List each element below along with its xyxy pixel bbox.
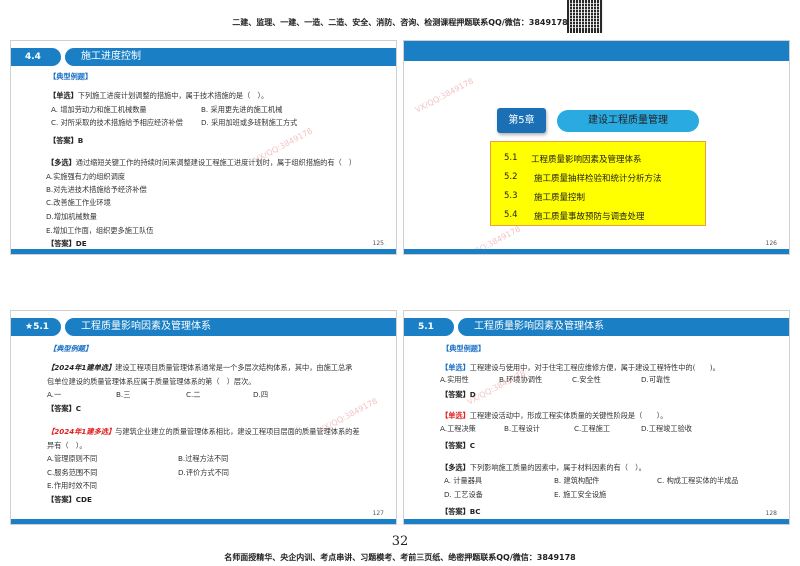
question-2-cont: 异有（ ）。: [47, 441, 87, 450]
toc-num: 5.2: [504, 172, 518, 182]
option: A. 计量器具: [444, 476, 483, 485]
chapter-title: 建设工程质量管理: [557, 110, 699, 132]
toc-item: 施工质量控制: [534, 193, 586, 203]
option: C.改善施工作业环境: [46, 198, 111, 207]
bottom-bar: [11, 519, 396, 524]
option: D.可靠性: [641, 375, 671, 384]
question-1: 【单选】下列施工进度计划调整的措施中，属于技术措施的是（ ）。: [49, 91, 269, 100]
option: E.增加工作面，组织更多施工队伍: [46, 226, 154, 235]
toc-item: 施工质量抽样检验和统计分析方法: [534, 174, 662, 184]
option: E. 施工安全设施: [554, 490, 607, 499]
option: C. 构成工程实体的半成品: [657, 476, 739, 485]
slide-page-number: 127: [372, 510, 384, 517]
option: A.一: [47, 390, 62, 399]
qr-code: [567, 0, 603, 33]
question-1: 【单选】工程建设与使用中，对于住宅工程应维修方便，属于建设工程特性中的( )。: [441, 363, 720, 372]
toc-item: 施工质量事故预防与调查处理: [534, 212, 645, 222]
option: D. 工艺设备: [444, 490, 483, 499]
chapter-contents: 5.1 工程质量影响因素及管理体系 5.2 施工质量抽样检验和统计分析方法 5.…: [490, 141, 706, 226]
option: A.实施强有力的组织调度: [46, 172, 125, 181]
chapter-badge: 第5章: [497, 108, 546, 133]
footer-text: 名师面授精华、央企内训、考点串讲、习题模考、考前三页纸、绝密押题联系QQ/微信：…: [224, 553, 576, 562]
toc-num: 5.1: [504, 153, 518, 163]
option: A.实用性: [440, 375, 469, 384]
answer: 【答案】B: [49, 136, 84, 145]
option: D. 采用加班或多班制施工方式: [201, 118, 298, 127]
top-bar: [404, 41, 789, 61]
answer: 【答案】C: [47, 404, 82, 413]
option: C. 对所采取的技术措施给予相应经济补偿: [51, 118, 183, 127]
slide-title: 工程质量影响因素及管理体系: [65, 318, 396, 336]
question-3: 【多选】下列影响施工质量的因素中，属于材料因素的有（ ）。: [441, 463, 646, 472]
option: B.工程设计: [504, 424, 540, 433]
section-label: 【典型例题】: [442, 344, 486, 353]
option: C.服务范围不同: [47, 468, 98, 477]
option: D.评价方式不同: [178, 468, 229, 477]
toc-item: 工程质量影响因素及管理体系: [531, 155, 642, 165]
question-2: 【2024年1建多选】与建筑企业建立的质量管理体系相比，建设工程项目层面的质量管…: [47, 427, 360, 436]
question-1: 【2024年1建单选】建设工程项目质量管理体系通常是一个多层次结构体系，其中，由…: [47, 363, 353, 372]
slide-127: ★5.1 工程质量影响因素及管理体系 【典型例题】 【2024年1建单选】建设工…: [10, 310, 397, 525]
slide-page-number: 125: [372, 240, 384, 247]
option: B.对先进技术措施给予经济补偿: [46, 185, 147, 194]
answer: 【答案】C: [441, 441, 476, 450]
option: B. 采用更先进的施工机械: [201, 105, 283, 114]
option: B. 建筑构配件: [554, 476, 600, 485]
section-label: 【典型例题】: [49, 72, 93, 81]
option: D.四: [253, 390, 269, 399]
option: A. 增加劳动力和施工机械数量: [51, 105, 147, 114]
bottom-bar: [404, 519, 789, 524]
option: A.管理原则不同: [47, 454, 98, 463]
option: C.安全性: [572, 375, 601, 384]
slide-126: 第5章 建设工程质量管理 5.1 工程质量影响因素及管理体系 5.2 施工质量抽…: [403, 40, 790, 255]
slide-page-number: 126: [765, 240, 777, 247]
slide-128: 5.1 工程质量影响因素及管理体系 【典型例题】 【单选】工程建设与使用中，对于…: [403, 310, 790, 525]
slide-page-number: 128: [765, 510, 777, 517]
option: C.工程施工: [574, 424, 611, 433]
header-text: 二建、监理、一建、一造、二造、安全、消防、咨询、检测课程押题联系QQ/微信：38…: [232, 18, 568, 27]
answer: 【答案】CDE: [47, 495, 92, 504]
option: D.工程竣工验收: [641, 424, 692, 433]
page-number: 32: [391, 534, 409, 549]
bottom-bar: [11, 249, 396, 254]
option: C.二: [186, 390, 201, 399]
section-badge: ★5.1: [11, 318, 61, 336]
section-badge: 5.1: [404, 318, 454, 336]
option: B.过程方法不同: [178, 454, 229, 463]
watermark: VX/QQ:3849178: [465, 368, 527, 407]
toc-num: 5.4: [504, 210, 518, 220]
section-badge: 4.4: [11, 48, 61, 66]
question-2: 【单选】工程建设活动中，形成工程实体质量的关键性阶段是（ ）。: [441, 411, 668, 420]
section-label: 【典型例题】: [49, 344, 93, 353]
bottom-bar: [404, 249, 789, 254]
option: D.增加机械数量: [46, 212, 97, 221]
option: A.工程决策: [440, 424, 476, 433]
option: B.三: [116, 390, 131, 399]
question-2: 【多选】通过缩短关键工作的持续时间来调整建设工程施工进度计划时，属于组织措施的有…: [47, 158, 357, 167]
toc-num: 5.3: [504, 191, 518, 201]
answer: 【答案】DE: [47, 239, 87, 248]
slide-title: 施工进度控制: [65, 48, 396, 66]
slide-title: 工程质量影响因素及管理体系: [458, 318, 789, 336]
watermark: VX/QQ:3849178: [413, 76, 475, 115]
slide-125: 4.4 施工进度控制 【典型例题】 【单选】下列施工进度计划调整的措施中，属于技…: [10, 40, 397, 255]
answer: 【答案】BC: [441, 507, 481, 516]
document-page: 二建、监理、一建、一造、二造、安全、消防、咨询、检测课程押题联系QQ/微信：38…: [0, 0, 800, 566]
question-1-cont: 包单位建设的质量管理体系应属于质量管理体系的第（ ）层次。: [47, 377, 256, 386]
option: E.作用时效不同: [47, 481, 97, 490]
